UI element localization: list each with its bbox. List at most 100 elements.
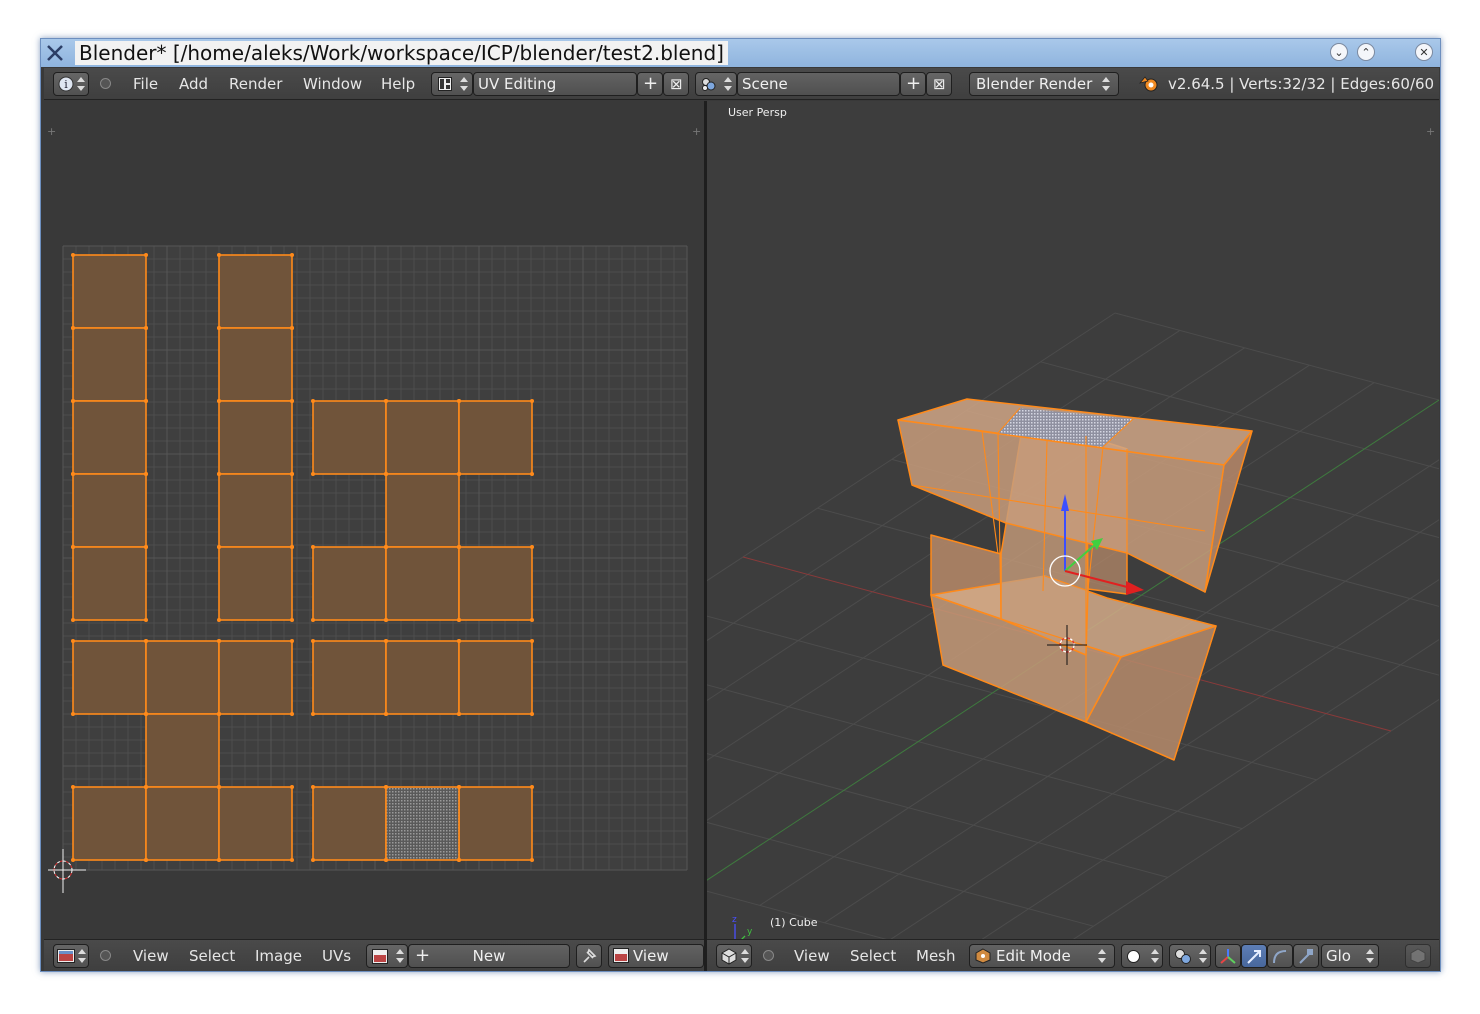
maximize-button[interactable]: ⌃ bbox=[1357, 43, 1375, 61]
close-icon: ⊠ bbox=[933, 75, 946, 93]
uv-vertex bbox=[71, 639, 75, 643]
axis-y-label: y bbox=[747, 927, 753, 937]
screen-layout-icon bbox=[438, 77, 452, 91]
render-engine-label: Blender Render bbox=[976, 75, 1093, 93]
manipulator-toggle[interactable] bbox=[1215, 944, 1241, 968]
render-engine-selector[interactable]: Blender Render bbox=[969, 72, 1119, 96]
uv-vertex bbox=[217, 472, 221, 476]
menu-render[interactable]: Render bbox=[229, 74, 282, 94]
uv-menu-select[interactable]: Select bbox=[189, 946, 235, 966]
menu-file[interactable]: File bbox=[133, 74, 158, 94]
v3d-menu-mesh[interactable]: Mesh bbox=[916, 946, 956, 966]
uv-face bbox=[312, 786, 387, 861]
uv-vertex bbox=[144, 326, 148, 330]
uv-vertex bbox=[290, 472, 294, 476]
uv-face-selected bbox=[385, 786, 460, 861]
updown-arrows-icon bbox=[1098, 949, 1106, 963]
uv-vertex bbox=[311, 399, 315, 403]
editor-type-image-selector[interactable] bbox=[53, 944, 89, 968]
cube-icon bbox=[721, 948, 737, 965]
uv-vertex bbox=[290, 639, 294, 643]
menu-window[interactable]: Window bbox=[303, 74, 362, 94]
collapse-menus-toggle[interactable] bbox=[763, 950, 774, 961]
uv-vertex bbox=[290, 326, 294, 330]
blender-logo-icon bbox=[1139, 76, 1158, 92]
view-mode-selector[interactable]: View bbox=[608, 944, 704, 968]
uv-vertex bbox=[384, 618, 388, 622]
image-browse-button[interactable] bbox=[366, 944, 408, 968]
delete-scene-button[interactable]: ⊠ bbox=[926, 72, 952, 96]
uv-vertex bbox=[457, 785, 461, 789]
uv-vertex bbox=[144, 472, 148, 476]
scene-name-field[interactable]: Scene bbox=[737, 72, 900, 96]
uv-vertex bbox=[384, 712, 388, 716]
scale-manipulator-toggle[interactable] bbox=[1293, 944, 1319, 968]
uv-vertex bbox=[217, 639, 221, 643]
uv-face bbox=[72, 400, 147, 475]
updown-arrows-icon bbox=[741, 949, 749, 963]
blender-window: Blender* [/home/aleks/Work/workspace/ICP… bbox=[40, 38, 1441, 972]
uv-vertex bbox=[144, 399, 148, 403]
screen-layout-name-field[interactable]: UV Editing bbox=[473, 72, 637, 96]
uv-vertex bbox=[290, 712, 294, 716]
uv-vertex bbox=[384, 399, 388, 403]
uv-vertex bbox=[290, 785, 294, 789]
updown-arrows-icon bbox=[1366, 949, 1374, 963]
uv-vertex bbox=[217, 618, 221, 622]
transform-orientation-label: Glo bbox=[1326, 947, 1351, 965]
region-expand-handle[interactable]: + bbox=[47, 126, 56, 137]
rotate-manipulator-toggle[interactable] bbox=[1267, 944, 1293, 968]
editor-type-3d-selector[interactable] bbox=[716, 944, 752, 968]
mesh-object bbox=[897, 398, 1253, 761]
menu-add[interactable]: Add bbox=[179, 74, 208, 94]
uv-vertex bbox=[71, 399, 75, 403]
close-window-button[interactable]: ✕ bbox=[1415, 43, 1433, 61]
image-icon bbox=[613, 948, 629, 963]
layers-button[interactable] bbox=[1405, 944, 1431, 968]
scene-selector[interactable] bbox=[695, 72, 737, 96]
v3d-menu-select[interactable]: Select bbox=[850, 946, 896, 966]
collapse-menus-toggle[interactable] bbox=[100, 78, 111, 89]
uv-menu-image[interactable]: Image bbox=[255, 946, 302, 966]
pivot-point-selector[interactable] bbox=[1169, 944, 1211, 968]
menu-help[interactable]: Help bbox=[381, 74, 415, 94]
pin-image-button[interactable] bbox=[576, 944, 602, 968]
region-expand-handle[interactable]: + bbox=[692, 126, 701, 137]
active-object-label: (1) Cube bbox=[770, 916, 818, 929]
uv-vertex bbox=[290, 253, 294, 257]
viewport-canvas[interactable]: zyx bbox=[707, 101, 1439, 939]
uv-vertex bbox=[530, 712, 534, 716]
close-icon: ⊠ bbox=[670, 75, 683, 93]
new-image-button[interactable]: + New bbox=[408, 944, 570, 968]
uv-face bbox=[458, 786, 533, 861]
viewport-shading-selector[interactable] bbox=[1121, 944, 1163, 968]
uv-vertex bbox=[290, 618, 294, 622]
interaction-mode-selector[interactable]: Edit Mode bbox=[969, 944, 1115, 968]
v3d-menu-view[interactable]: View bbox=[794, 946, 830, 966]
add-scene-button[interactable]: + bbox=[900, 72, 926, 96]
editor-type-info-selector[interactable]: i bbox=[53, 72, 89, 96]
uv-vertex bbox=[530, 545, 534, 549]
transform-orientation-selector[interactable]: Glo bbox=[1321, 944, 1379, 968]
uv-vertex bbox=[457, 472, 461, 476]
3d-viewport[interactable]: zyx User Persp (1) Cube + bbox=[707, 101, 1439, 939]
uv-vertex bbox=[311, 858, 315, 862]
uv-face bbox=[145, 786, 220, 861]
screen-layout-selector[interactable] bbox=[431, 72, 473, 96]
delete-screen-button[interactable]: ⊠ bbox=[663, 72, 689, 96]
uv-vertex bbox=[71, 785, 75, 789]
uv-menu-view[interactable]: View bbox=[133, 946, 169, 966]
uv-face bbox=[458, 400, 533, 475]
minimize-button[interactable]: ⌄ bbox=[1330, 43, 1348, 61]
uv-image-editor[interactable]: + + bbox=[44, 101, 704, 939]
view-mode-label: View bbox=[633, 947, 669, 965]
uv-menu-uvs[interactable]: UVs bbox=[322, 946, 351, 966]
collapse-menus-toggle[interactable] bbox=[100, 950, 111, 961]
uv-vertex bbox=[71, 712, 75, 716]
region-expand-handle[interactable]: + bbox=[1426, 126, 1435, 137]
chevron-down-icon: ⌄ bbox=[1334, 45, 1344, 59]
uv-vertex bbox=[457, 618, 461, 622]
add-screen-button[interactable]: + bbox=[637, 72, 663, 96]
translate-manipulator-toggle[interactable] bbox=[1241, 944, 1267, 968]
uv-canvas[interactable] bbox=[44, 101, 704, 939]
